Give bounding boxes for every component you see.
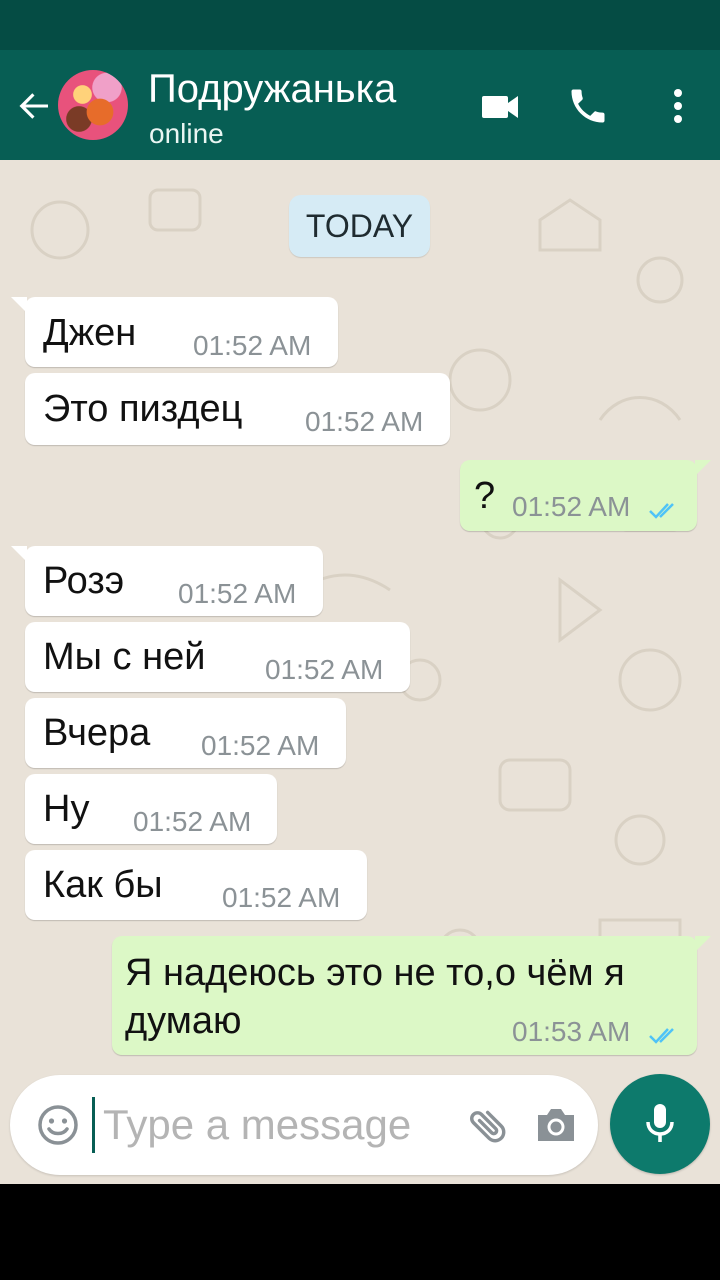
incoming-message[interactable]: Как бы 01:52 AM: [25, 850, 367, 920]
message-time: 01:52 AM: [305, 406, 424, 437]
bubble-tail: [695, 936, 711, 952]
bubble-tail: [11, 546, 27, 562]
incoming-message[interactable]: Джен 01:52 AM: [11, 297, 338, 367]
mic-button[interactable]: [610, 1074, 710, 1174]
message-text-line1: Я надеюсь это не то,о чём я: [125, 952, 625, 994]
mic-icon: [646, 1104, 674, 1142]
video-call-icon[interactable]: [478, 84, 522, 128]
contact-avatar[interactable]: [58, 70, 128, 140]
contact-name[interactable]: Подружанька: [148, 66, 396, 112]
message-text: Розэ: [43, 560, 125, 602]
outgoing-message[interactable]: Я надеюсь это не то,о чём я думаю 01:53 …: [112, 936, 711, 1055]
message-time: 01:53 AM: [512, 1016, 631, 1047]
message-time: 01:52 AM: [133, 806, 252, 837]
message-text: Джен: [43, 312, 137, 354]
message-text: Вчера: [43, 712, 151, 754]
message-text: Это пиздец: [43, 388, 243, 430]
message-time: 01:52 AM: [201, 730, 320, 761]
message-time: 01:52 AM: [265, 654, 384, 685]
text-cursor: [92, 1097, 95, 1153]
message-text: ?: [474, 475, 496, 517]
more-vert-icon[interactable]: [656, 84, 700, 128]
message-text: Как бы: [43, 864, 163, 906]
message-text-line2: думаю: [125, 1000, 242, 1042]
status-bar: [0, 0, 720, 50]
navigation-bar: [0, 1184, 720, 1280]
chat-area[interactable]: TODAY Джен 01:52 AM Это пиздец 01:52 AM …: [0, 160, 720, 1184]
message-time: 01:52 AM: [178, 578, 297, 609]
message-time: 01:52 AM: [222, 882, 341, 913]
emoji-icon[interactable]: [36, 1103, 80, 1147]
read-ticks-icon: [649, 503, 674, 519]
outgoing-message[interactable]: ? 01:52 AM: [460, 460, 711, 531]
phone-icon[interactable]: [566, 84, 610, 128]
contact-status: online: [149, 118, 224, 149]
message-time: 01:52 AM: [193, 330, 312, 361]
incoming-message[interactable]: Ну 01:52 AM: [25, 774, 277, 844]
camera-icon[interactable]: [534, 1105, 578, 1145]
message-time: 01:52 AM: [512, 491, 631, 522]
date-chip: TODAY: [289, 195, 430, 257]
chat-header: Подружанька online: [0, 50, 720, 160]
read-ticks-icon: [649, 1028, 674, 1044]
message-input[interactable]: [103, 1097, 463, 1153]
bubble-tail: [11, 297, 27, 313]
incoming-message[interactable]: Вчера 01:52 AM: [25, 698, 346, 768]
bubble-tail: [695, 460, 711, 476]
incoming-message[interactable]: Это пиздец 01:52 AM: [25, 373, 450, 445]
back-arrow-icon[interactable]: [14, 86, 54, 126]
attach-icon[interactable]: [466, 1103, 512, 1149]
message-text: Мы с ней: [43, 636, 206, 678]
message-composer: [10, 1075, 598, 1175]
incoming-message[interactable]: Розэ 01:52 AM: [11, 546, 323, 616]
incoming-message[interactable]: Мы с ней 01:52 AM: [25, 622, 410, 692]
message-text: Ну: [43, 788, 90, 830]
